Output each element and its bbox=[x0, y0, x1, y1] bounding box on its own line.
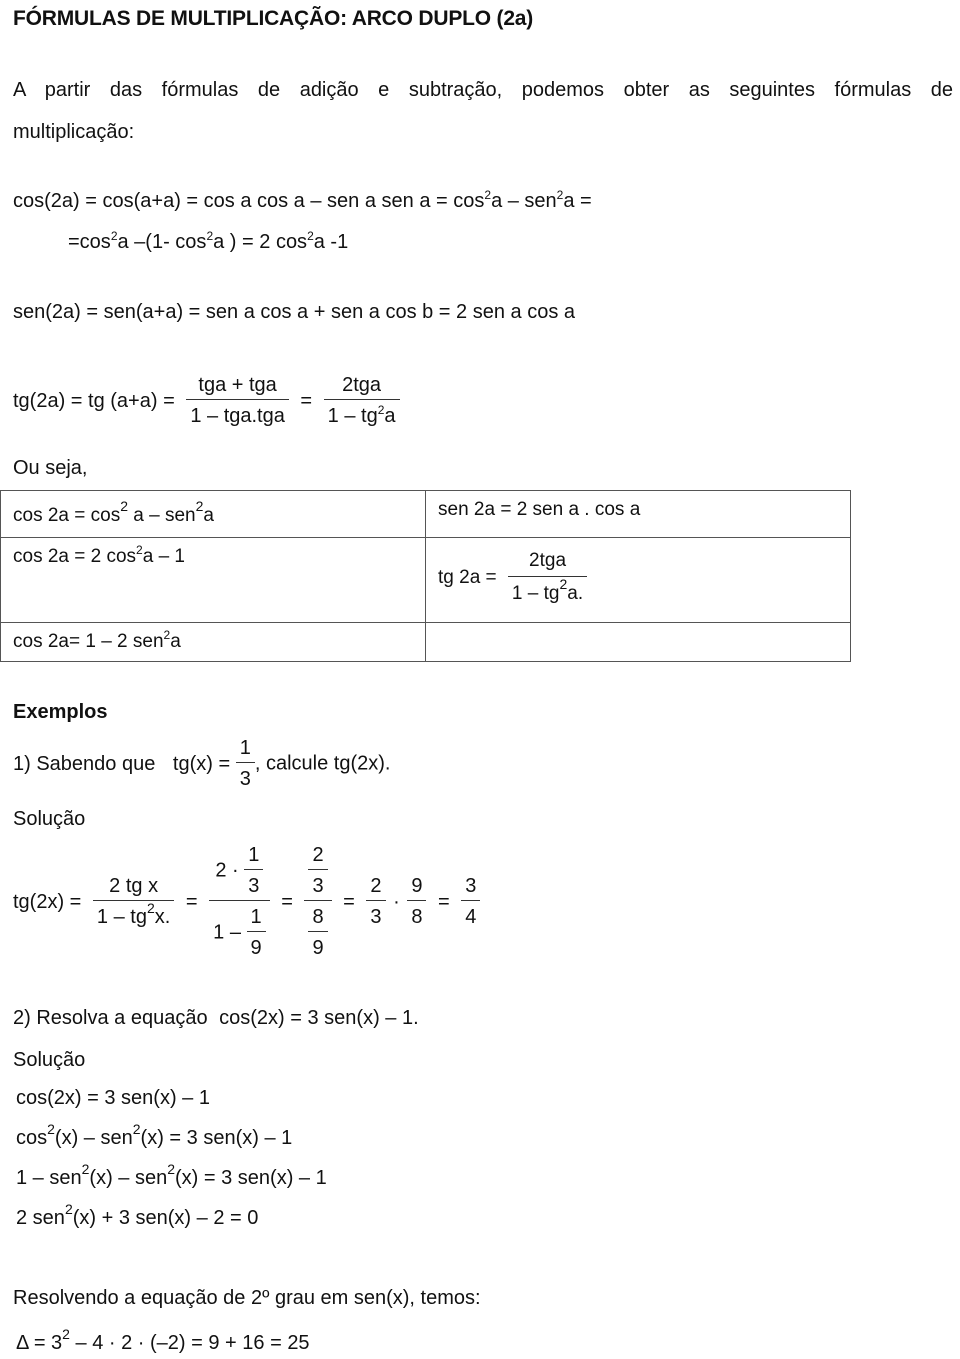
table-row: cos 2a= 1 – 2 sen2a bbox=[0, 622, 851, 662]
fraction: 2tga 1 – tg2a. bbox=[507, 550, 588, 605]
ou-seja-text: Ou seja, bbox=[13, 457, 88, 479]
fraction: 89 bbox=[308, 907, 328, 958]
fraction: 23 bbox=[308, 845, 328, 896]
example-1-statement: 1) Sabendo que tg(x) = 1 3 , calcule tg(… bbox=[13, 737, 391, 790]
fraction: 34 bbox=[461, 876, 481, 927]
compound-fraction: 2 · 13 1 – 19 bbox=[209, 845, 270, 958]
compound-fraction: 23 89 bbox=[304, 845, 332, 958]
fraction: tga + tga 1 – tga.tga bbox=[186, 375, 289, 426]
example-2-statement: 2) Resolva a equação cos(2x) = 3 sen(x) … bbox=[13, 1007, 419, 1029]
solution-1-heading: Solução bbox=[13, 808, 86, 830]
solution-2-step-1: cos(2x) = 3 sen(x) – 1 bbox=[16, 1087, 210, 1109]
solution-2-step-4: 2 sen2(x) + 3 sen(x) – 2 = 0 bbox=[16, 1201, 259, 1229]
fraction: 23 bbox=[366, 876, 386, 927]
table-cell: sen 2a = 2 sen a . cos a bbox=[425, 490, 851, 538]
solution-2-step-3: 1 – sen2(x) – sen2(x) = 3 sen(x) – 1 bbox=[16, 1161, 327, 1189]
cos2a-derivation-line-2: =cos2a –(1- cos2a ) = 2 cos2a -1 bbox=[68, 229, 349, 253]
fraction: 2 tg x 1 – tg2x. bbox=[92, 876, 175, 927]
fraction: 13 bbox=[244, 845, 264, 896]
fraction: 2tga 1 – tg2a bbox=[323, 375, 400, 426]
table-cell bbox=[425, 622, 851, 662]
intro-line-1: A partir das fórmulas de adição e subtra… bbox=[13, 79, 953, 101]
resolvendo-text: Resolvendo a equação de 2º grau em sen(x… bbox=[13, 1287, 481, 1309]
cos2a-derivation-line-1: cos(2a) = cos(a+a) = cos a cos a – sen a… bbox=[13, 188, 592, 212]
examples-heading: Exemplos bbox=[13, 701, 108, 723]
table-cell: cos 2a= 1 – 2 sen2a bbox=[0, 622, 426, 662]
formula-summary-table: cos 2a = cos2 a – sen2a sen 2a = 2 sen a… bbox=[0, 490, 851, 662]
tg2a-derivation: tg(2a) = tg (a+a) = tga + tga 1 – tga.tg… bbox=[13, 375, 400, 426]
table-cell: cos 2a = 2 cos2a – 1 bbox=[0, 537, 426, 623]
solution-1-computation: tg(2x) = 2 tg x 1 – tg2x. = 2 · 13 1 – 1… bbox=[13, 845, 481, 958]
page-title: FÓRMULAS DE MULTIPLICAÇÃO: ARCO DUPLO (2… bbox=[13, 7, 534, 30]
solution-2-step-2: cos2(x) – sen2(x) = 3 sen(x) – 1 bbox=[16, 1121, 293, 1149]
solution-2-heading: Solução bbox=[13, 1049, 86, 1071]
table-cell: tg 2a = 2tga 1 – tg2a. bbox=[425, 537, 851, 623]
intro-line-2: multiplicação: bbox=[13, 121, 135, 143]
fraction: 1 3 bbox=[235, 738, 255, 789]
table-row: cos 2a = 2 cos2a – 1 tg 2a = 2tga 1 – tg… bbox=[0, 537, 851, 623]
fraction: 98 bbox=[407, 876, 427, 927]
sen2a-derivation: sen(2a) = sen(a+a) = sen a cos a + sen a… bbox=[13, 301, 576, 323]
fraction: 19 bbox=[246, 907, 266, 958]
table-row: cos 2a = cos2 a – sen2a sen 2a = 2 sen a… bbox=[0, 490, 851, 538]
delta-computation: Δ = 32 – 4 · 2 · (–2) = 9 + 16 = 25 bbox=[16, 1326, 310, 1354]
table-cell: cos 2a = cos2 a – sen2a bbox=[0, 490, 426, 538]
